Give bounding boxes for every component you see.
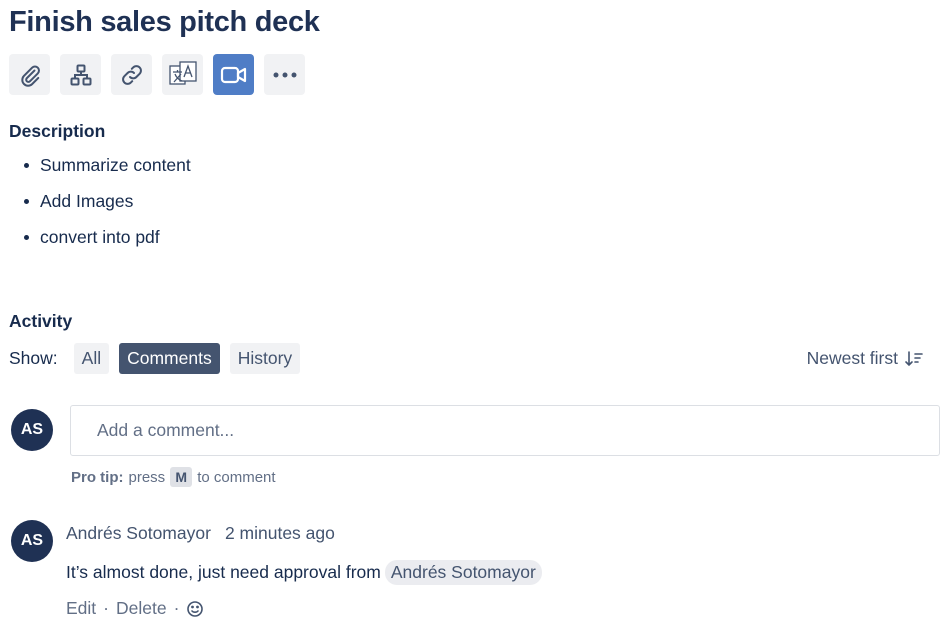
attachment-icon [20,65,40,87]
emoji-icon [187,600,204,617]
description-heading: Description [9,121,106,141]
translate-button[interactable] [162,54,203,95]
protip-press: press [128,468,166,486]
activity-heading: Activity [9,311,73,331]
add-reaction-button[interactable] [186,600,204,618]
issue-title[interactable]: Finish sales pitch deck [9,2,320,42]
issue-toolbar [9,54,305,95]
comment-author[interactable]: Andrés Sotomayor [66,523,211,544]
protip-prefix: Pro tip: [71,468,124,486]
edit-comment-button[interactable]: Edit [66,598,96,619]
add-comment-input[interactable]: Add a comment... [70,405,940,456]
more-icon [273,72,296,77]
video-icon [220,66,246,83]
shortcut-key: M [170,467,193,487]
separator: · [173,598,180,618]
link-issue-button[interactable] [111,54,152,95]
description-item: Add Images [24,189,191,225]
attach-button[interactable] [9,54,50,95]
child-issues-icon [70,64,91,85]
show-label: Show: [9,348,58,368]
comment-timestamp[interactable]: 2 minutes ago [225,523,335,544]
filter-history[interactable]: History [229,343,301,374]
comment-actions: Edit · Delete · [66,598,204,619]
description-item: Summarize content [24,153,191,189]
translate-icon [168,60,197,85]
sort-button[interactable]: Newest first [807,343,924,374]
filter-all[interactable]: All [73,343,110,374]
video-call-button[interactable] [213,54,254,95]
sort-label: Newest first [806,348,898,368]
comment-text: It’s almost done, just need approval fro… [66,562,381,582]
link-icon [121,64,142,85]
delete-comment-button[interactable]: Delete [116,598,167,619]
more-actions-button[interactable] [264,54,305,95]
separator: · [103,598,109,618]
description-list[interactable]: Summarize content Add Images convert int… [24,153,191,261]
activity-filter-row: Show: All Comments History Newest first [9,343,924,374]
pro-tip: Pro tip: press M to comment [71,467,276,487]
add-child-issue-button[interactable] [60,54,101,95]
protip-suffix: to comment [197,468,276,486]
current-user-avatar: AS [11,409,53,451]
comment-meta: Andrés Sotomayor 2 minutes ago [66,523,335,544]
filter-comments[interactable]: Comments [119,343,220,374]
comment-body: It’s almost done, just need approval fro… [66,560,542,585]
description-item: convert into pdf [24,225,191,261]
sort-descending-icon [905,350,923,366]
comment-author-avatar[interactable]: AS [11,520,53,562]
user-mention[interactable]: Andrés Sotomayor [384,560,542,585]
